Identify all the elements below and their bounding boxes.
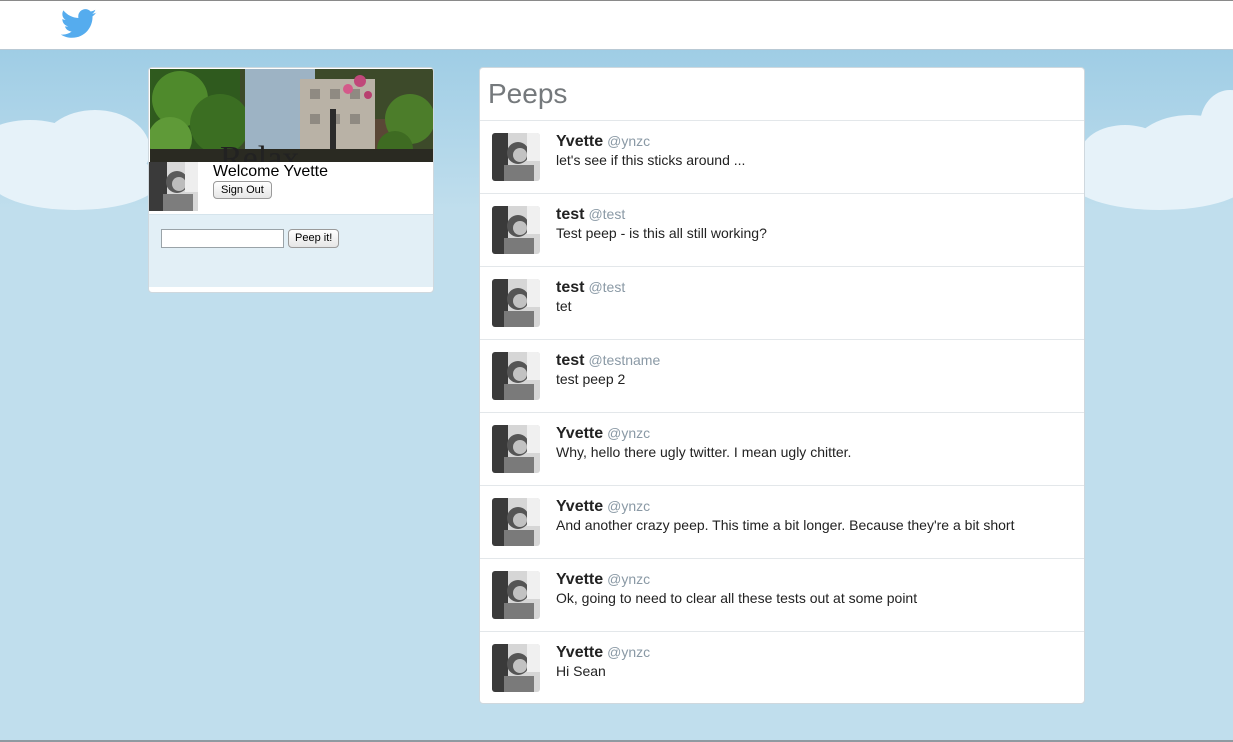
peep-item[interactable]: test @testname test peep 2 <box>480 339 1084 412</box>
peep-item[interactable]: Yvette @ynzc And another crazy peep. This… <box>480 485 1084 558</box>
peep-text: Why, hello there ugly twitter. I mean ug… <box>556 444 852 460</box>
peep-avatar[interactable] <box>492 498 540 546</box>
peep-author-name[interactable]: Yvette <box>556 644 603 661</box>
peep-text: Hi Sean <box>556 663 606 679</box>
peep-avatar[interactable] <box>492 279 540 327</box>
top-bar <box>0 0 1233 50</box>
peep-author-name[interactable]: test <box>556 206 584 223</box>
peep-avatar[interactable] <box>492 571 540 619</box>
twitter-bird-icon[interactable] <box>61 9 97 39</box>
peep-author-handle[interactable]: @ynzc <box>607 644 650 660</box>
peep-avatar[interactable] <box>492 206 540 254</box>
peep-item[interactable]: test @test tet <box>480 266 1084 339</box>
peep-text: Ok, going to need to clear all these tes… <box>556 590 918 606</box>
peep-item[interactable]: Yvette @ynzc let's see if this sticks aro… <box>480 120 1084 193</box>
peep-text: Test peep - is this all still working? <box>556 225 767 241</box>
peep-item[interactable]: test @test Test peep - is this all still … <box>480 193 1084 266</box>
peep-item[interactable]: Yvette @ynzc Ok, going to need to clear a… <box>480 558 1084 631</box>
sign-out-button[interactable]: Sign Out <box>213 181 272 199</box>
peep-text: And another crazy peep. This time a bit … <box>556 517 1015 533</box>
peeps-feed: Peeps Yvette @ynzc let's see if this stic… <box>479 67 1085 704</box>
peep-author-handle[interactable]: @test <box>588 206 625 222</box>
svg-text:Relax: Relax <box>220 140 299 162</box>
peep-author-name[interactable]: test <box>556 279 584 296</box>
peep-author-name[interactable]: test <box>556 352 584 369</box>
peep-author-name[interactable]: Yvette <box>556 498 603 515</box>
peep-author-handle[interactable]: @ynzc <box>607 133 650 149</box>
peep-author-name[interactable]: Yvette <box>556 133 603 150</box>
peep-author-handle[interactable]: @ynzc <box>607 498 650 514</box>
peep-item[interactable]: Yvette @ynzc Why, hello there ugly twitte… <box>480 412 1084 485</box>
peep-text: test peep 2 <box>556 371 626 387</box>
peep-author-handle[interactable]: @testname <box>588 352 660 368</box>
peep-author-name[interactable]: Yvette <box>556 571 603 588</box>
compose-area: Peep it! <box>149 214 433 287</box>
feed-title: Peeps <box>488 78 568 109</box>
peep-list: Yvette @ynzc let's see if this sticks aro… <box>480 120 1084 703</box>
profile-card: Relax Welcome Yvette Sign Out Peep it! <box>148 67 434 293</box>
profile-banner-image: Relax <box>150 69 433 162</box>
welcome-text: Welcome Yvette <box>213 163 329 180</box>
peep-author-name[interactable]: Yvette <box>556 425 603 442</box>
peep-author-handle[interactable]: @test <box>588 279 625 295</box>
peep-it-button[interactable]: Peep it! <box>288 229 340 248</box>
peep-avatar[interactable] <box>492 425 540 473</box>
peep-avatar[interactable] <box>492 352 540 400</box>
peep-item[interactable]: Yvette @ynzc Hi Sean <box>480 631 1084 703</box>
peep-avatar[interactable] <box>492 133 540 181</box>
peep-text: tet <box>556 298 572 314</box>
profile-avatar[interactable] <box>149 162 198 211</box>
peep-author-handle[interactable]: @ynzc <box>607 425 650 441</box>
peep-input[interactable] <box>161 229 284 248</box>
peep-text: let's see if this sticks around ... <box>556 152 746 168</box>
peep-avatar[interactable] <box>492 644 540 692</box>
peep-author-handle[interactable]: @ynzc <box>607 571 650 587</box>
